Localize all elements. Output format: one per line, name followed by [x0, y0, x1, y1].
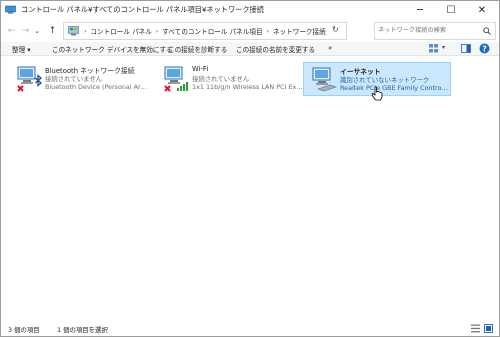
- breadcrumb-control-panel[interactable]: コントロール パネル: [90, 26, 151, 36]
- address-dropdown-icon[interactable]: ⌄: [320, 26, 326, 34]
- forward-icon[interactable]: →: [19, 24, 32, 37]
- breadcrumb-separator[interactable]: ›: [267, 28, 269, 35]
- wifi-adapter-icon: [164, 66, 188, 92]
- search-icon[interactable]: [483, 27, 491, 35]
- list-item[interactable]: Bluetooth ネットワーク接続 接続されていません Bluetooth D…: [9, 62, 149, 94]
- connection-status: 接続されていません: [45, 75, 103, 83]
- window-title: コントロール パネル¥すべてのコントロール パネル項目¥ネットワーク接続: [21, 5, 264, 14]
- navigation-bar: ← → ⌄ ↑ › コントロール パネル › すべてのコントロール パネル項目 …: [1, 20, 499, 42]
- breadcrumb-all-items[interactable]: すべてのコントロール パネル項目: [162, 26, 262, 36]
- ethernet-adapter-icon: [312, 67, 337, 92]
- breadcrumb-separator[interactable]: ›: [156, 28, 158, 35]
- refresh-icon[interactable]: ↻: [332, 25, 339, 34]
- selected-count: 1 個の項目を選択: [57, 326, 108, 334]
- connection-device: Realtek PCIe GBE Family Controller: [340, 84, 448, 92]
- address-bar[interactable]: › コントロール パネル › すべてのコントロール パネル項目 › ネットワーク…: [63, 22, 347, 40]
- disable-device-button[interactable]: このネットワーク デバイスを無効にする: [52, 44, 173, 54]
- view-options-chevron-icon[interactable]: ▾: [442, 44, 445, 51]
- up-icon[interactable]: ↑: [46, 24, 59, 37]
- search-input[interactable]: [378, 25, 478, 35]
- connection-name: Wi-Fi: [192, 65, 209, 73]
- minimize-button[interactable]: ─: [406, 2, 434, 18]
- diagnose-connection-button[interactable]: この接続を診断する: [168, 44, 227, 54]
- details-view-icon[interactable]: [471, 324, 480, 333]
- item-count: 3 個の項目: [8, 326, 40, 334]
- preview-pane-icon[interactable]: [461, 44, 471, 53]
- breadcrumb: › コントロール パネル › すべてのコントロール パネル項目 › ネットワーク…: [84, 26, 326, 37]
- back-icon[interactable]: ←: [5, 24, 18, 37]
- maximize-button[interactable]: ☐: [437, 2, 465, 18]
- status-bar: 3 個の項目 1 個の項目を選択: [1, 321, 499, 336]
- connection-status: 接続されていません: [192, 75, 250, 83]
- hand-cursor-icon: [371, 86, 383, 101]
- connection-device: Bluetooth Device (Personal Area ...: [45, 83, 149, 91]
- organize-menu[interactable]: 整理 ▾: [12, 44, 31, 54]
- search-box[interactable]: [374, 22, 496, 40]
- control-panel-icon: [68, 26, 79, 36]
- file-list[interactable]: Bluetooth ネットワーク接続 接続されていません Bluetooth D…: [1, 56, 499, 318]
- bluetooth-adapter-icon: [17, 66, 42, 92]
- breadcrumb-separator[interactable]: ›: [84, 28, 86, 35]
- list-item[interactable]: Wi-Fi 接続されていません 1x1 11b/g/n Wireless LAN…: [156, 62, 303, 94]
- recent-locations-icon[interactable]: ⌄: [33, 24, 41, 37]
- more-commands-button[interactable]: »: [328, 44, 332, 52]
- svg-text:?: ?: [482, 44, 486, 53]
- breadcrumb-network-connections[interactable]: ネットワーク接続: [273, 26, 326, 36]
- network-folder-icon: [5, 5, 16, 14]
- explorer-window: コントロール パネル¥すべてのコントロール パネル項目¥ネットワーク接続 ─ ☐…: [0, 0, 500, 337]
- connection-status: 識別されていないネットワーク: [340, 76, 430, 84]
- large-icons-view-icon[interactable]: [484, 324, 493, 333]
- rename-connection-button[interactable]: この接続の名前を変更する: [236, 44, 315, 54]
- close-button[interactable]: ✕: [468, 2, 496, 18]
- title-bar[interactable]: コントロール パネル¥すべてのコントロール パネル項目¥ネットワーク接続 ─ ☐…: [1, 1, 499, 20]
- change-view-icon[interactable]: [429, 44, 439, 53]
- help-icon[interactable]: ?: [479, 43, 490, 54]
- connection-device: 1x1 11b/g/n Wireless LAN PCI Exp...: [192, 83, 303, 91]
- command-bar: 整理 ▾ このネットワーク デバイスを無効にする この接続を診断する この接続の…: [1, 42, 499, 56]
